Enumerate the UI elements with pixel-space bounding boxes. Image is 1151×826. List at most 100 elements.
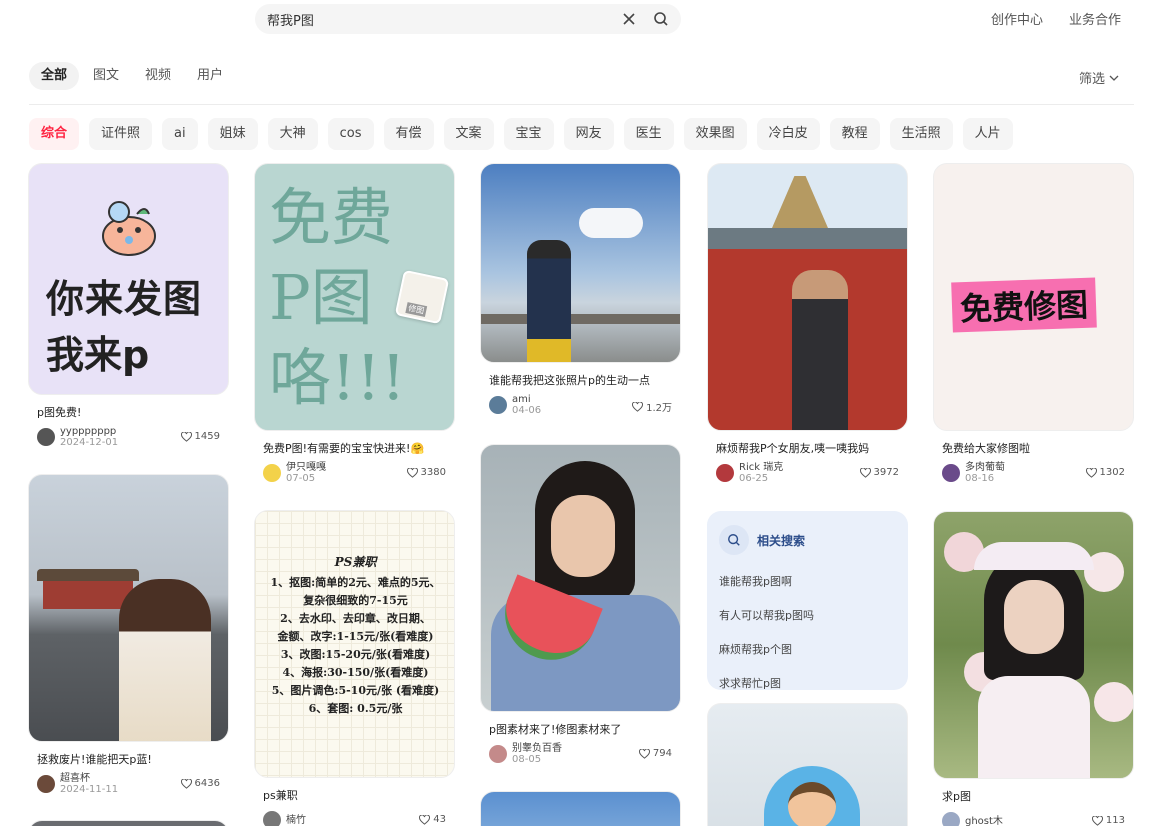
note-card[interactable]: 麻烦帮我P个女朋友,咦一咦我妈 Rick 瑞克 06-25 3972 [707, 163, 908, 484]
note-card[interactable]: 你来发图 我来p p图免费! yyppppppp 2024-12-01 1459 [28, 163, 229, 448]
like-button[interactable]: 113 [1091, 815, 1125, 826]
chip[interactable]: cos [327, 118, 374, 150]
girl-face-photo [1004, 580, 1064, 654]
note-card[interactable] [28, 820, 229, 826]
note-card[interactable] [480, 791, 681, 826]
chip[interactable]: 教程 [829, 118, 880, 150]
chip[interactable]: 大神 [267, 118, 318, 150]
avatar[interactable] [489, 396, 507, 414]
author-name[interactable]: 超喜杯 [60, 773, 118, 784]
note-card[interactable] [707, 703, 908, 826]
avatar[interactable] [263, 811, 281, 826]
heart-icon [632, 401, 644, 412]
note-card[interactable]: PS兼职 1、抠图:简单的2元、难点的5元、 复杂很细致的7-15元 2、去水印… [254, 510, 455, 826]
related-search-item[interactable]: 有人可以帮我p图吗 [719, 607, 896, 623]
chip[interactable]: 有偿 [383, 118, 434, 150]
note-title[interactable]: 谁能帮我把这张照片p的生动一点 [480, 372, 676, 388]
author-name[interactable]: 楠竹 [286, 815, 306, 826]
author-name[interactable]: ghost木 [965, 816, 1003, 826]
like-button[interactable]: 3972 [859, 467, 899, 478]
chip[interactable]: 冷白皮 [756, 118, 820, 150]
note-cover[interactable] [28, 474, 229, 742]
avatar[interactable] [263, 464, 281, 482]
chip[interactable]: 医生 [623, 118, 674, 150]
avatar[interactable] [37, 428, 55, 446]
note-card[interactable]: 谁能帮我把这张照片p的生动一点 ami 04-06 1.2万 [480, 163, 681, 416]
chip[interactable]: 姐妹 [207, 118, 258, 150]
chip[interactable]: 效果图 [683, 118, 747, 150]
railing-photo [481, 314, 680, 324]
note-title[interactable]: 免费P图!有需要的宝宝快进来!🤗 [254, 440, 450, 456]
like-button[interactable]: 1459 [180, 431, 220, 442]
chip[interactable]: 文案 [443, 118, 494, 150]
note-cover[interactable]: 你来发图 我来p [28, 163, 229, 395]
filter-chips: 综合 证件照 ai 姐妹 大神 cos 有偿 文案 宝宝 网友 医生 效果图 冷… [29, 118, 1013, 150]
chip[interactable]: 生活照 [889, 118, 953, 150]
author-name[interactable]: 伊只嘎嘎 [286, 462, 326, 473]
note-cover[interactable] [28, 820, 229, 826]
chip[interactable]: 证件照 [89, 118, 153, 150]
avatar[interactable] [942, 812, 960, 826]
note-title[interactable]: 求p图 [933, 788, 1129, 804]
note-cover[interactable] [707, 163, 908, 431]
chip[interactable]: 网友 [563, 118, 614, 150]
note-title[interactable]: p图免费! [28, 404, 224, 420]
note-cover[interactable]: PS兼职 1、抠图:简单的2元、难点的5元、 复杂很细致的7-15元 2、去水印… [254, 510, 455, 778]
clear-icon[interactable] [621, 11, 637, 27]
search-bar[interactable] [255, 4, 681, 34]
author-name[interactable]: Rick 瑞克 [739, 462, 783, 473]
like-button[interactable]: 794 [638, 748, 672, 759]
search-input[interactable] [267, 4, 607, 34]
note-cover[interactable] [933, 511, 1134, 779]
tab-all[interactable]: 全部 [29, 62, 80, 90]
tab-user[interactable]: 用户 [185, 62, 235, 90]
note-meta: 伊只嘎嘎 07-05 3380 [254, 462, 455, 484]
note-title[interactable]: 麻烦帮我P个女朋友,咦一咦我妈 [707, 440, 903, 456]
filter-button[interactable]: 筛选 [1079, 68, 1119, 87]
related-search-item[interactable]: 麻烦帮我p个图 [719, 641, 896, 657]
avatar[interactable] [942, 464, 960, 482]
lace-headband-photo [974, 542, 1094, 570]
note-card[interactable]: p图素材来了!修图素材来了 别睾负百香 08-05 794 [480, 444, 681, 765]
author-name[interactable]: 多肉葡萄 [965, 462, 1005, 473]
avatar[interactable] [37, 775, 55, 793]
author-name[interactable]: ami [512, 394, 541, 405]
note-card[interactable]: 免费修图 免费给大家修图啦 多肉葡萄 08-16 1302 [933, 163, 1134, 484]
like-button[interactable]: 43 [419, 814, 446, 825]
chevron-down-icon [1109, 75, 1119, 81]
chip[interactable]: 综合 [29, 118, 80, 150]
related-search-item[interactable]: 谁能帮我p图啊 [719, 573, 896, 589]
chip[interactable]: ai [162, 118, 198, 150]
author-name[interactable]: yyppppppp [60, 426, 118, 437]
like-button[interactable]: 1.2万 [632, 399, 672, 414]
note-cover[interactable]: 免费修图 [933, 163, 1134, 431]
chip[interactable]: 人片 [962, 118, 1013, 150]
author-name[interactable]: 别睾负百香 [512, 743, 562, 754]
note-title[interactable]: ps兼职 [254, 787, 450, 803]
note-card[interactable]: 免费P图咯!!! 修图 免费P图!有需要的宝宝快进来!🤗 伊只嘎嘎 07-05 3… [254, 163, 455, 484]
note-title[interactable]: 拯救废片!谁能把天p蓝! [28, 751, 224, 767]
note-cover[interactable]: 免费P图咯!!! 修图 [254, 163, 455, 431]
search-icon[interactable] [653, 11, 669, 27]
tab-image-text[interactable]: 图文 [81, 62, 131, 90]
like-button[interactable]: 1302 [1085, 467, 1125, 478]
tab-video[interactable]: 视频 [133, 62, 183, 90]
note-card[interactable]: 求p图 ghost木 113 [933, 511, 1134, 826]
creator-center-link[interactable]: 创作中心 [991, 9, 1043, 28]
note-card[interactable]: 拯救废片!谁能把天p蓝! 超喜杯 2024-11-11 6436 [28, 474, 229, 795]
note-cover[interactable] [480, 791, 681, 826]
note-cover[interactable] [480, 444, 681, 712]
note-title[interactable]: 免费给大家修图啦 [933, 440, 1129, 456]
like-button[interactable]: 3380 [406, 467, 446, 478]
related-search-item[interactable]: 求求帮忙p图 [719, 675, 896, 691]
price-list-line: 1、抠图:简单的2元、难点的5元、 [270, 576, 441, 589]
like-button[interactable]: 6436 [180, 778, 220, 789]
avatar[interactable] [489, 745, 507, 763]
note-cover[interactable] [707, 703, 908, 826]
avatar[interactable] [716, 464, 734, 482]
chip[interactable]: 宝宝 [503, 118, 554, 150]
business-link[interactable]: 业务合作 [1069, 9, 1121, 28]
note-cover[interactable] [480, 163, 681, 363]
price-list: PS兼职 1、抠图:简单的2元、难点的5元、 复杂很细致的7-15元 2、去水印… [255, 553, 454, 718]
note-title[interactable]: p图素材来了!修图素材来了 [480, 721, 676, 737]
